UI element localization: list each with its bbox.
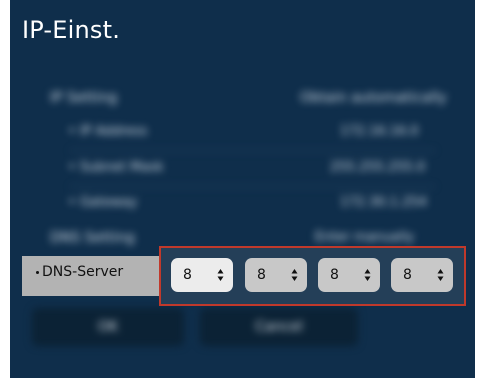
dns-octet-1-field[interactable]: 8 (171, 258, 233, 292)
spin-arrows-icon[interactable] (437, 268, 444, 282)
divider (70, 186, 435, 187)
spin-arrows-icon[interactable] (217, 268, 224, 282)
dns-octet-3-field[interactable]: 8 (318, 258, 380, 292)
dns-setting-label: DNS Setting (50, 230, 135, 246)
page-title: IP-Einst. (22, 16, 121, 44)
gateway-label: • Gateway (68, 195, 138, 210)
divider (70, 150, 435, 151)
dns-setting-value: Enter manually (315, 230, 415, 245)
ip-setting-label: IP Setting (50, 90, 118, 106)
bullet-icon (36, 270, 39, 274)
spin-arrows-icon[interactable] (291, 268, 298, 282)
dns-octet-4-field[interactable]: 8 (391, 258, 453, 292)
ip-address-label: • IP Address (68, 124, 148, 139)
ip-setting-value: Obtain automatically (300, 90, 447, 106)
ok-button[interactable]: OK (32, 308, 184, 346)
spin-arrows-icon[interactable] (364, 268, 371, 282)
cancel-button[interactable]: Cancel (200, 308, 358, 346)
dns-octet-2-field[interactable]: 8 (245, 258, 307, 292)
subnet-mask-label: • Subnet Mask (68, 160, 164, 175)
gateway-value: 172.30.1.254 (340, 195, 427, 210)
subnet-mask-value: 255.255.255.0 (330, 160, 426, 175)
dns-server-label: DNS-Server (36, 264, 123, 280)
ip-address-value: 172.16.16.0 (340, 124, 419, 139)
